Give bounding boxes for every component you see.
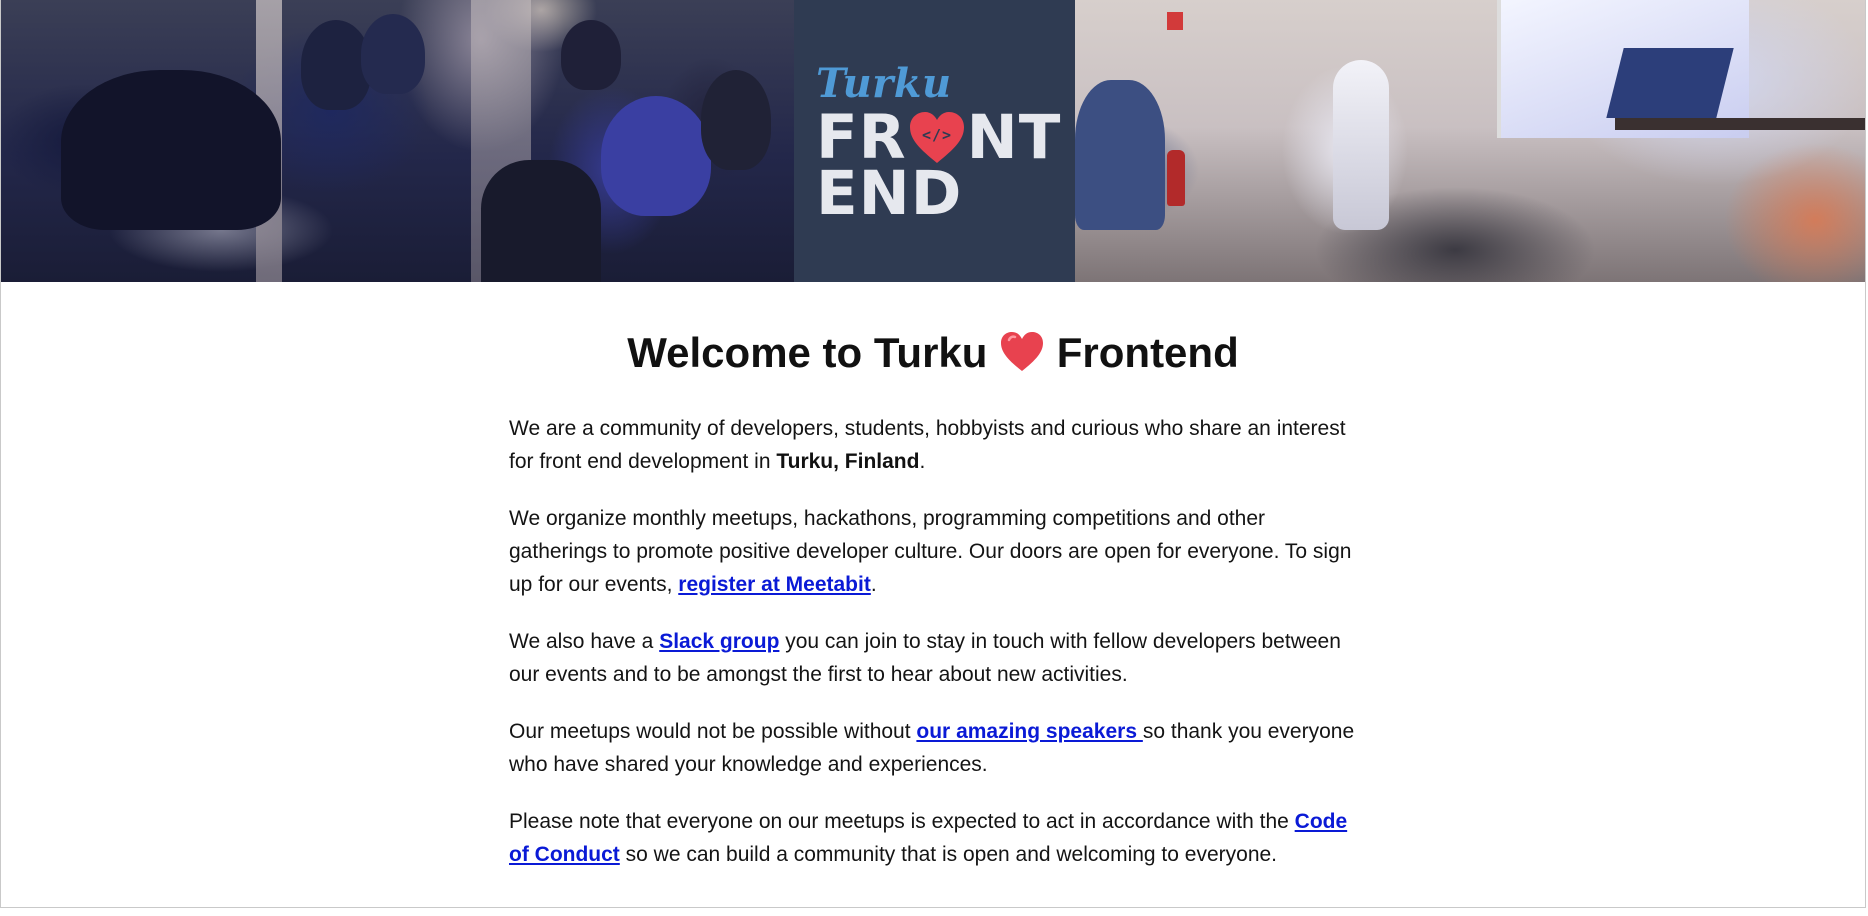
laptop (1606, 48, 1734, 118)
audience-figure (561, 20, 621, 90)
audience-figure (701, 70, 771, 170)
chair-silhouette (481, 160, 601, 282)
audience-figure (61, 70, 281, 230)
paragraph-text: We also have a (509, 630, 660, 653)
presenter-figure (1075, 80, 1165, 230)
page-title: Welcome to Turku Frontend (1, 328, 1865, 378)
mannequin (1333, 60, 1389, 230)
audience-figure (361, 14, 425, 94)
meetabit-link[interactable]: register at Meetabit (678, 573, 871, 596)
paragraph-text: Please note that everyone on our meetups… (509, 810, 1295, 833)
paragraph-slack: We also have a Slack group you can join … (509, 625, 1361, 691)
audience-figure (601, 96, 711, 216)
desk (1615, 118, 1865, 130)
page: Turku FR </> NT END Welcome to Turku Fro… (0, 0, 1866, 908)
logo-line-end: END (816, 158, 963, 229)
heart-code-glyph: </> (922, 126, 952, 144)
paragraph-text: so we can build a community that is open… (619, 843, 1278, 866)
paragraph-text: Our meetups would not be possible withou… (509, 720, 917, 743)
paragraph-text: We organize monthly meetups, hackathons,… (509, 507, 1352, 596)
paragraph-text: . (870, 573, 877, 596)
paragraph-code-of-conduct: Please note that everyone on our meetups… (509, 805, 1361, 871)
intro-text: We are a community of developers, studen… (509, 412, 1361, 895)
code-heart-icon: </> (909, 111, 964, 163)
turku-frontend-logo: Turku FR </> NT END (794, 0, 1075, 282)
paragraph-community: We are a community of developers, studen… (509, 412, 1361, 478)
paragraph-text: . (919, 450, 926, 473)
exit-sign (1167, 12, 1183, 30)
logo-script-text: Turku (816, 60, 952, 107)
speakers-link[interactable]: our amazing speakers (916, 720, 1142, 743)
title-text-start: Welcome to Turku (627, 329, 1000, 376)
logo-text-nt: NT (966, 102, 1062, 173)
slack-group-link[interactable]: Slack group (659, 630, 779, 653)
title-text-end: Frontend (1045, 329, 1239, 376)
meetup-stage-photo (1075, 0, 1865, 282)
heart-icon (1001, 332, 1044, 371)
paragraph-speakers: Our meetups would not be possible withou… (509, 715, 1361, 781)
location-emphasis: Turku, Finland (776, 450, 920, 473)
paragraph-text: We are a community of developers, studen… (509, 417, 1346, 473)
hero-banner: Turku FR </> NT END (1, 0, 1865, 282)
meetup-audience-photo (1, 0, 794, 282)
fire-extinguisher (1167, 150, 1185, 206)
paragraph-events: We organize monthly meetups, hackathons,… (509, 502, 1361, 601)
